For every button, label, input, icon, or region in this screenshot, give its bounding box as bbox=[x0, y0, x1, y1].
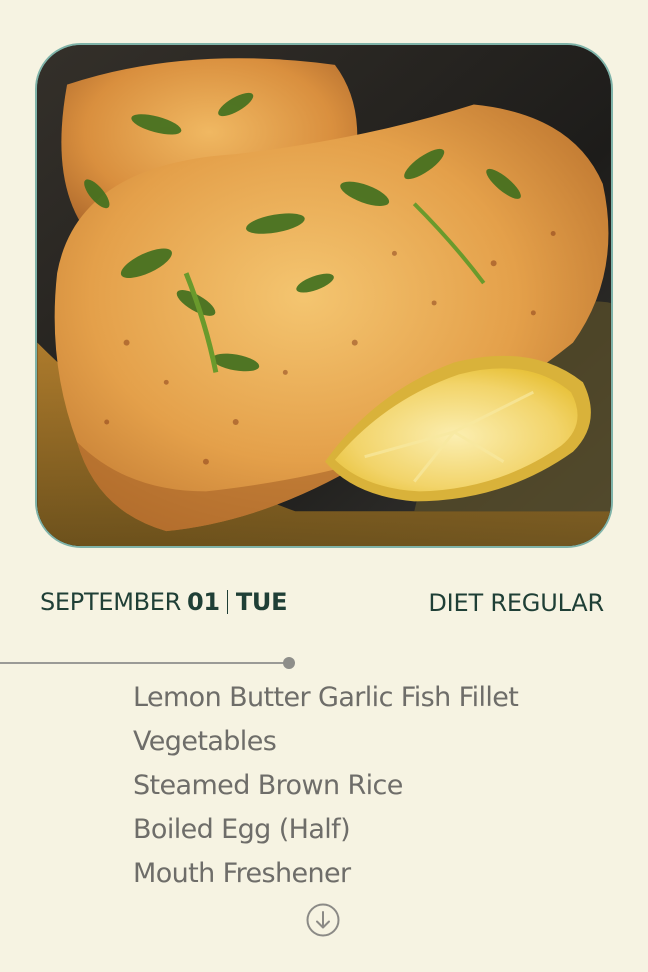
menu-items-list: Lemon Butter Garlic Fish Fillet Vegetabl… bbox=[133, 676, 519, 896]
timeline-dot bbox=[283, 657, 295, 669]
meal-date: SEPTEMBER 01 TUE bbox=[40, 586, 287, 618]
menu-item: Steamed Brown Rice bbox=[133, 770, 403, 801]
menu-item: Mouth Freshener bbox=[133, 858, 351, 889]
scroll-down-button[interactable] bbox=[306, 903, 340, 937]
date-separator bbox=[226, 590, 228, 614]
menu-item: Lemon Butter Garlic Fish Fillet bbox=[133, 682, 519, 713]
date-weekday: TUE bbox=[235, 588, 288, 616]
arrow-down-circle-icon bbox=[306, 903, 340, 937]
timeline-divider bbox=[0, 662, 289, 664]
menu-item: Vegetables bbox=[133, 726, 277, 757]
menu-item: Boiled Egg (Half) bbox=[133, 814, 351, 845]
date-day: 01 bbox=[187, 588, 220, 616]
meal-photo-illustration bbox=[37, 45, 611, 546]
diet-label: DIET REGULAR bbox=[428, 589, 604, 617]
meal-photo bbox=[35, 43, 613, 548]
date-month: SEPTEMBER bbox=[40, 588, 182, 616]
